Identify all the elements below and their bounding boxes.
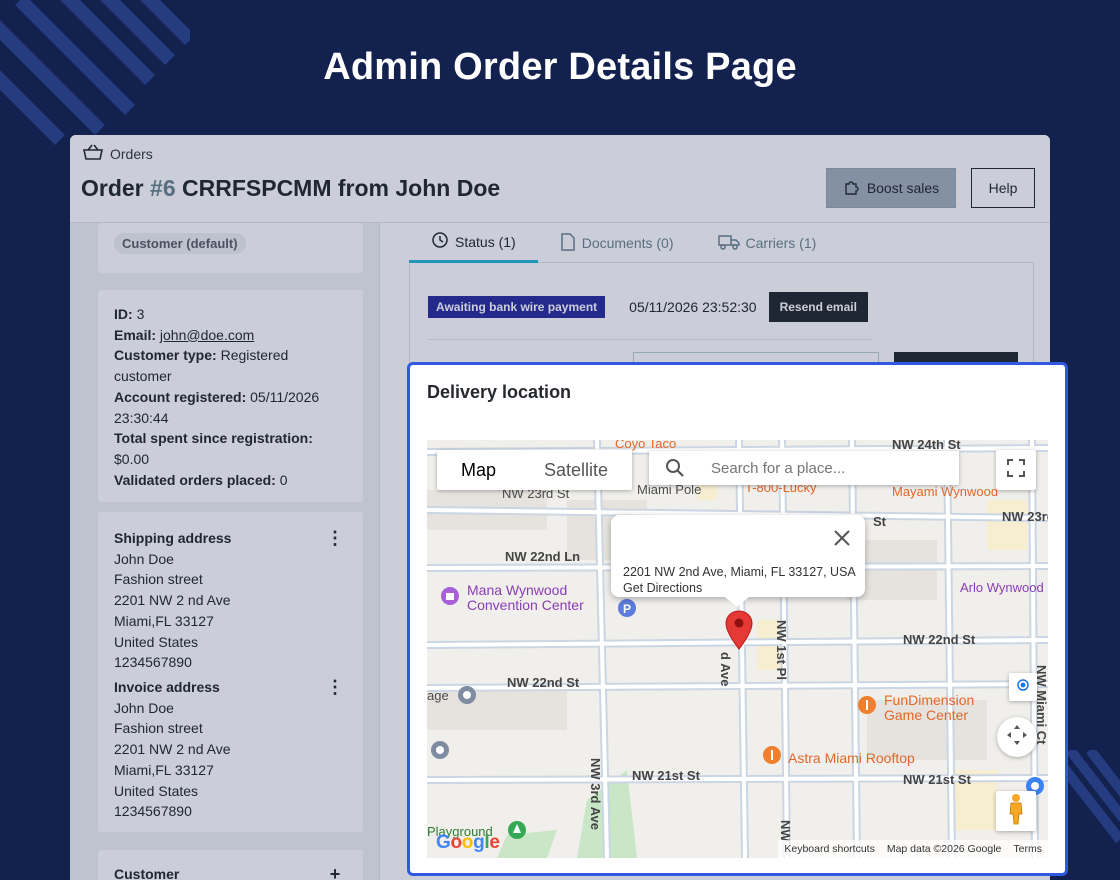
map-footer: Keyboard shortcuts Map data ©2026 Google… xyxy=(778,840,1048,858)
fullscreen-button[interactable] xyxy=(996,450,1036,490)
map-label-nw21-right: NW 21st St xyxy=(903,772,971,787)
my-location-button[interactable] xyxy=(1009,673,1037,701)
fun-line2: Game Center xyxy=(884,707,969,723)
google-logo: Google xyxy=(436,832,500,853)
map-label-mana[interactable]: Mana Wynwood Convention Center xyxy=(467,583,584,613)
mana-line2: Convention Center xyxy=(467,597,584,613)
restaurant-icon[interactable] xyxy=(857,695,877,715)
svg-text:P: P xyxy=(623,602,631,616)
map-search-box[interactable]: Search for a place... xyxy=(649,451,959,485)
restaurant-icon[interactable] xyxy=(762,745,782,765)
map-label-mayami[interactable]: Mayami Wynwood xyxy=(892,484,998,499)
search-icon xyxy=(665,458,685,478)
fullscreen-icon xyxy=(1006,458,1026,483)
map-type-satellite-button[interactable]: Satellite xyxy=(520,450,632,490)
place-marker-icon[interactable] xyxy=(430,740,450,760)
map-label-nd-ave: d Ave xyxy=(718,652,733,687)
hero-title: Admin Order Details Page xyxy=(323,46,797,88)
get-directions-link[interactable]: Get Directions xyxy=(623,581,702,595)
map-label-nw22ln: NW 22nd Ln xyxy=(505,549,581,564)
map-label-age: age xyxy=(427,688,449,703)
map-label-arlo[interactable]: Arlo Wynwood xyxy=(960,580,1044,595)
street-view-pegman-button[interactable] xyxy=(996,791,1036,831)
parking-icon[interactable]: P xyxy=(617,598,637,618)
place-marker-icon[interactable] xyxy=(457,685,477,705)
pan-arrows-icon xyxy=(1005,723,1029,752)
map-search-placeholder: Search for a place... xyxy=(711,459,846,477)
fun-line1: FunDimension xyxy=(884,692,975,708)
pegman-icon xyxy=(1007,793,1025,830)
map-label-nw22-left: NW 22nd St xyxy=(507,675,580,690)
mana-line1: Mana Wynwood xyxy=(467,582,568,598)
crosshair-icon xyxy=(1015,677,1031,698)
modal-title: Delivery location xyxy=(427,382,572,402)
map-label-nw22-right: NW 22nd St xyxy=(903,632,976,647)
map-label-nw1pl: NW 1st Pl xyxy=(774,620,789,680)
google-map[interactable]: Coyo Taco NW 24th St NW 23rd St Miami Po… xyxy=(427,440,1048,858)
map-label-nw3ave: NW 3rd Ave xyxy=(588,758,603,830)
map-data-attribution: Map data ©2026 Google xyxy=(886,843,1002,855)
map-type-map-button[interactable]: Map xyxy=(437,450,520,490)
map-label-nw21-mid: NW 21st St xyxy=(632,768,700,783)
map-type-control: Map Satellite xyxy=(437,450,633,490)
keyboard-shortcuts-link[interactable]: Keyboard shortcuts xyxy=(784,843,874,855)
map-label-nw23-mid: St xyxy=(873,514,886,529)
map-info-window: 2201 NW 2nd Ave, Miami, FL 33127, USA Ge… xyxy=(611,515,865,607)
close-icon[interactable] xyxy=(833,529,851,547)
location-pin-icon[interactable] xyxy=(724,610,754,650)
map-pan-control[interactable] xyxy=(997,717,1037,757)
map-label-fundimension[interactable]: FunDimension Game Center xyxy=(884,693,974,723)
map-label-astra[interactable]: Astra Miami Rooftop xyxy=(788,750,915,766)
map-label-nw-bottom: NW xyxy=(778,820,793,842)
park-icon[interactable] xyxy=(507,820,527,840)
convention-center-icon[interactable] xyxy=(440,586,460,606)
delivery-location-modal: Delivery location Coyo Taco NW 24th St N… xyxy=(407,362,1068,876)
map-label-nw23-right: NW 23rd xyxy=(1002,509,1048,524)
info-window-address: 2201 NW 2nd Ave, Miami, FL 33127, USA xyxy=(623,565,856,579)
terms-link[interactable]: Terms xyxy=(1013,843,1042,855)
